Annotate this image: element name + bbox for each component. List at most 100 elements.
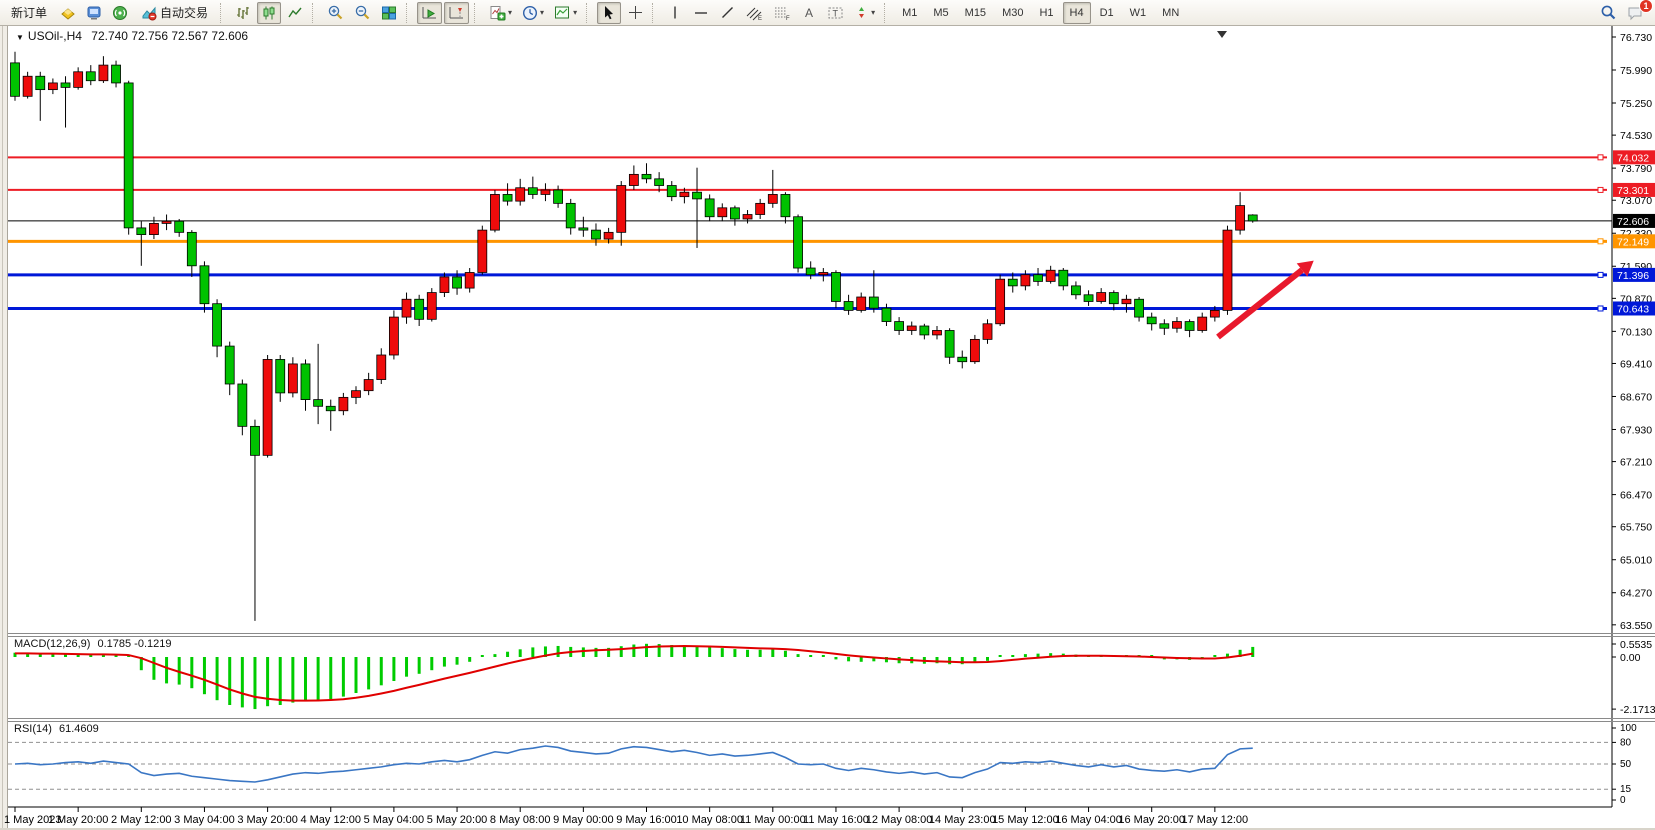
vertical-line-button[interactable] (663, 2, 687, 24)
timeframe-button-d1[interactable]: D1 (1093, 2, 1121, 24)
candle-bear (693, 192, 702, 199)
zoom-in-button[interactable] (323, 2, 348, 24)
auto-scroll-icon (421, 5, 438, 21)
timeframe-button-m30[interactable]: M30 (995, 2, 1030, 24)
candle-bear (945, 330, 954, 357)
periods-button[interactable]: ▾ (518, 2, 548, 24)
line-anchor[interactable] (1598, 306, 1603, 311)
search-button[interactable] (1596, 2, 1621, 24)
candle-bear (1034, 275, 1043, 282)
candle-bull (48, 83, 57, 90)
zoom-out-button[interactable] (350, 2, 375, 24)
signal-button[interactable] (108, 2, 132, 24)
equidistant-channel-button[interactable]: E (741, 2, 767, 24)
candle-bull (756, 203, 765, 214)
signal-icon (112, 5, 128, 21)
candle-bull (1097, 293, 1106, 302)
main-toolbar: 新订单 自动交易 ▾ ▾ (0, 0, 1655, 26)
yellow-diamond-icon (60, 5, 76, 21)
candle-bull (604, 232, 613, 239)
text-button[interactable]: A (797, 2, 821, 24)
svg-text:76.730: 76.730 (1620, 32, 1652, 44)
text-icon: A (802, 5, 816, 20)
crosshair-button[interactable] (623, 2, 647, 24)
svg-text:66.470: 66.470 (1620, 490, 1652, 502)
layers-button[interactable] (56, 2, 80, 24)
auto-trading-label: 自动交易 (160, 4, 208, 21)
candle-bear (86, 72, 95, 81)
arrows-button[interactable]: ▾ (850, 2, 879, 24)
timeframe-button-w1[interactable]: W1 (1123, 2, 1154, 24)
line-anchor[interactable] (1598, 187, 1603, 192)
symbol-dropdown-icon[interactable]: ▼ (16, 33, 24, 42)
notifications-button[interactable]: 1 (1623, 2, 1648, 24)
indicators-button[interactable]: ▾ (485, 2, 516, 24)
candle-bear (213, 304, 222, 346)
candle-bull (149, 223, 158, 234)
bar-chart-icon (235, 5, 251, 21)
svg-text:5 May 04:00: 5 May 04:00 (364, 814, 425, 826)
vertical-line-icon (669, 5, 681, 20)
tile-windows-icon (381, 5, 397, 21)
candle-bull (1172, 322, 1181, 329)
chart-shift-icon (448, 5, 465, 21)
candle-bull (339, 397, 348, 410)
line-chart-button[interactable] (283, 2, 307, 24)
candle-bear (61, 83, 70, 87)
candle-bear (667, 186, 676, 197)
zoom-out-icon (354, 4, 371, 21)
svg-text:11 May 00:00: 11 May 00:00 (740, 814, 806, 826)
candle-bull (629, 174, 638, 185)
timeframe-button-m1[interactable]: M1 (895, 2, 924, 24)
svg-text:A: A (805, 6, 813, 20)
candle-bear (124, 83, 133, 228)
search-icon (1600, 4, 1617, 21)
candle-bull (162, 221, 171, 223)
candlestick-chart-icon (261, 5, 277, 21)
candle-bull (907, 326, 916, 330)
candle-bear (1135, 299, 1144, 317)
trendline-button[interactable] (715, 2, 739, 24)
new-order-button[interactable]: 新订单 (4, 2, 54, 24)
candle-bear (554, 190, 563, 203)
timeframe-button-m5[interactable]: M5 (926, 2, 955, 24)
text-label-button[interactable]: T (823, 2, 848, 24)
candle-bull (768, 194, 777, 203)
svg-text:63.550: 63.550 (1620, 620, 1652, 632)
candle-bear (831, 272, 840, 301)
svg-text:15: 15 (1620, 784, 1632, 795)
line-anchor[interactable] (1598, 272, 1603, 277)
auto-trading-icon (141, 5, 157, 21)
chart-shift-button[interactable] (444, 2, 469, 24)
candlestick-chart-button[interactable] (257, 2, 281, 24)
notification-badge: 1 (1639, 0, 1653, 13)
timeframe-button-m15[interactable]: M15 (958, 2, 993, 24)
cursor-button[interactable] (597, 2, 621, 24)
candle-bull (1236, 206, 1245, 231)
candle-bear (1084, 295, 1093, 302)
trendline-icon (720, 5, 735, 20)
timeframe-button-h4[interactable]: H4 (1063, 2, 1091, 24)
fibonacci-button[interactable]: F (769, 2, 795, 24)
candle-bull (1198, 317, 1207, 330)
candle-bear (920, 326, 929, 335)
candle-bear (895, 322, 904, 331)
auto-trading-button[interactable]: 自动交易 (134, 2, 215, 24)
timeframe-button-h1[interactable]: H1 (1032, 2, 1060, 24)
tile-windows-button[interactable] (377, 2, 401, 24)
candle-bear (1160, 324, 1169, 328)
svg-text:72.606: 72.606 (1617, 216, 1649, 228)
bar-chart-button[interactable] (231, 2, 255, 24)
line-anchor[interactable] (1598, 155, 1603, 160)
templates-button[interactable]: ▾ (550, 2, 581, 24)
horizontal-line-button[interactable] (689, 2, 713, 24)
terminal-button[interactable] (82, 2, 106, 24)
candle-bull (857, 297, 866, 310)
candle-bull (1021, 275, 1030, 286)
candle-bull (617, 186, 626, 233)
timeframe-button-mn[interactable]: MN (1155, 2, 1186, 24)
line-anchor[interactable] (1598, 239, 1603, 244)
arrow-objects-icon (854, 5, 869, 20)
candle-bull (541, 190, 550, 194)
auto-scroll-button[interactable] (417, 2, 442, 24)
